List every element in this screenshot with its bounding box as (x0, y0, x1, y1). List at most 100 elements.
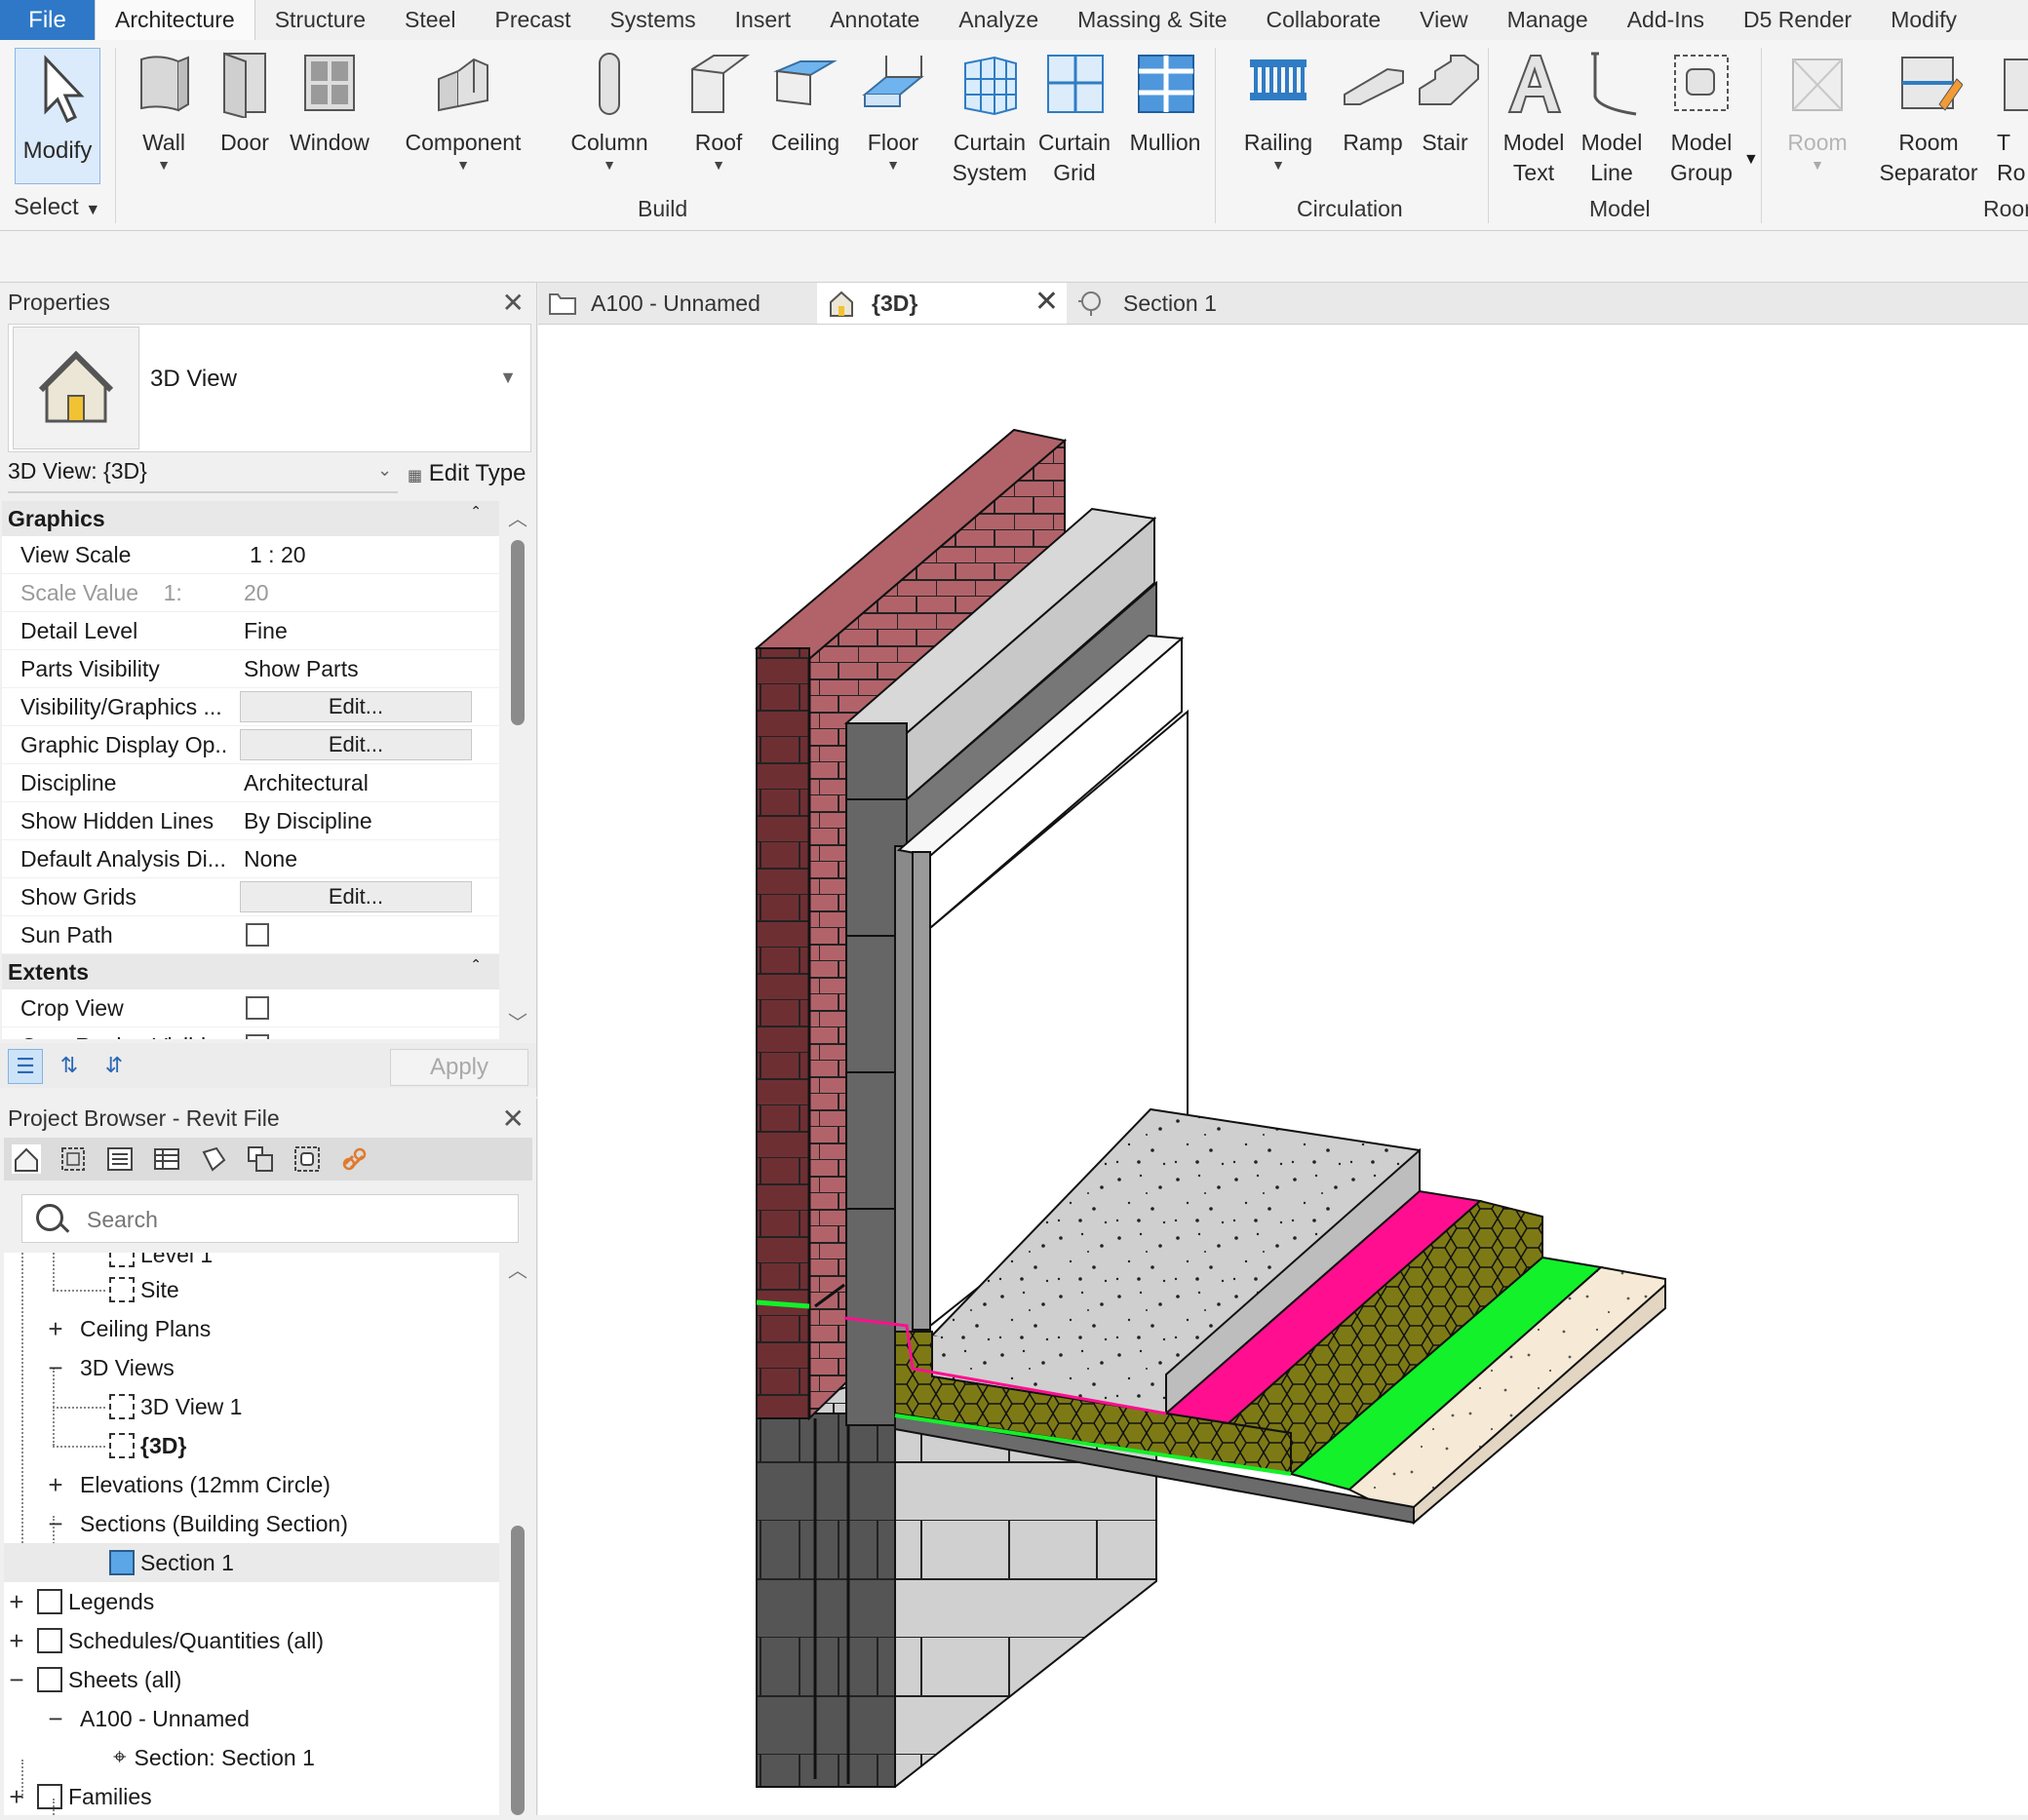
property-row[interactable]: View Scale 1 : 20 (2, 536, 499, 574)
expand-icon[interactable]: + (45, 1470, 66, 1500)
collapse-icon[interactable]: − (45, 1353, 66, 1383)
tab-precast[interactable]: Precast (475, 0, 590, 40)
categorize-icon[interactable]: ☰ (8, 1049, 43, 1084)
close-icon[interactable]: ✕ (1034, 285, 1059, 319)
sort-ascending-icon[interactable]: ⇅ (53, 1049, 86, 1082)
column-button[interactable]: Column ▼ (566, 50, 653, 172)
property-value[interactable]: None (228, 846, 499, 872)
collapse-icon[interactable]: ⌃ (470, 956, 482, 973)
scroll-up-icon[interactable]: ︿ (508, 503, 527, 531)
modify-button[interactable]: Modify (15, 48, 100, 184)
roof-button[interactable]: Roof ▼ (682, 50, 755, 172)
tree-item-3d-default[interactable]: {3D} (4, 1426, 499, 1465)
chevron-down-icon[interactable]: ▼ (499, 368, 517, 388)
legend-icon[interactable] (105, 1144, 135, 1174)
tree-item-schedules[interactable]: + Schedules/Quantities (all) (4, 1621, 499, 1660)
tab-a100[interactable]: A100 - Unnamed (548, 283, 801, 324)
tab-view[interactable]: View (1400, 0, 1487, 40)
door-button[interactable]: Door (211, 50, 279, 158)
tree-item-site[interactable]: Site (4, 1270, 499, 1309)
tree-item-3d-view-1[interactable]: 3D View 1 (4, 1387, 499, 1426)
apply-button[interactable]: Apply (390, 1049, 528, 1086)
scroll-up-icon[interactable]: ︿ (508, 1255, 527, 1283)
tree-item-legends[interactable]: + Legends (4, 1582, 499, 1621)
tab-annotate[interactable]: Annotate (810, 0, 939, 40)
collapse-icon[interactable]: − (45, 1509, 66, 1539)
expand-icon[interactable]: + (6, 1587, 27, 1617)
views-icon[interactable] (12, 1144, 41, 1174)
tree-item-sheets[interactable]: − Sheets (all) (4, 1660, 499, 1699)
railing-button[interactable]: Railing ▼ (1238, 50, 1318, 172)
sun-path-checkbox[interactable] (246, 923, 269, 947)
tree-item-elevations[interactable]: + Elevations (12mm Circle) (4, 1465, 499, 1504)
search-input[interactable] (85, 1206, 479, 1234)
floor-button[interactable]: Floor ▼ (858, 50, 928, 172)
curtain-grid-button[interactable]: Curtain Grid (1037, 50, 1112, 188)
property-row[interactable]: Detail Level Fine (2, 612, 499, 650)
expand-icon[interactable]: + (6, 1626, 27, 1656)
edit-button[interactable]: Edit... (240, 729, 472, 760)
collapse-icon[interactable]: − (6, 1665, 27, 1695)
stair-button[interactable]: Stair (1414, 50, 1479, 158)
tab-collaborate[interactable]: Collaborate (1247, 0, 1401, 40)
tab-add-ins[interactable]: Add-Ins (1608, 0, 1724, 40)
3d-view-canvas[interactable] (538, 325, 2028, 1815)
tree-item-section-1[interactable]: Section 1 (4, 1543, 499, 1582)
close-icon[interactable]: ✕ (502, 287, 525, 319)
tree-item-3d-views[interactable]: −3D Views (4, 1348, 499, 1387)
tree-item-ceiling-plans[interactable]: + Ceiling Plans (4, 1309, 499, 1348)
floor-plan-icon[interactable] (58, 1144, 88, 1174)
tab-massing-site[interactable]: Massing & Site (1058, 0, 1246, 40)
property-row[interactable]: Show Grids Edit... (2, 878, 499, 916)
crop-region-checkbox[interactable] (246, 1034, 269, 1039)
property-row[interactable]: Show Hidden Lines By Discipline (2, 802, 499, 840)
model-group-button[interactable]: Model Group (1658, 50, 1745, 188)
collapse-icon[interactable]: − (45, 1704, 66, 1734)
window-button[interactable]: Window (285, 50, 374, 158)
edit-type-button[interactable]: ▦ Edit Type (408, 460, 526, 487)
property-value[interactable]: Show Parts (228, 656, 499, 682)
ramp-button[interactable]: Ramp (1338, 50, 1408, 158)
schedule-icon[interactable] (152, 1144, 181, 1174)
tab-manage[interactable]: Manage (1488, 0, 1608, 40)
tab-structure[interactable]: Structure (255, 0, 385, 40)
scroll-down-icon[interactable]: ﹀ (508, 1007, 527, 1035)
model-line-button[interactable]: Model Line (1576, 50, 1648, 188)
dropdown-arrow-icon[interactable]: ▼ (1743, 151, 1759, 169)
mullion-button[interactable]: Mullion (1121, 50, 1209, 158)
curtain-system-button[interactable]: Curtain System (944, 50, 1035, 188)
edit-button[interactable]: Edit... (240, 881, 472, 912)
model-text-button[interactable]: Model Text (1498, 50, 1570, 188)
tab-3d[interactable]: {3D} ✕ (817, 283, 1067, 324)
tree-item-section-ref[interactable]: ⌖ Section: Section 1 (4, 1738, 499, 1777)
group-graphics[interactable]: Graphics ⌃ (2, 501, 499, 536)
crop-view-checkbox[interactable] (246, 996, 269, 1020)
collapse-icon[interactable]: ⌃ (470, 503, 482, 520)
scroll-thumb[interactable] (511, 540, 525, 725)
tree-item-sections[interactable]: − Sections (Building Section) (4, 1504, 499, 1543)
wall-button[interactable]: Wall ▼ (127, 50, 201, 172)
instance-selector[interactable]: 3D View: {3D} (8, 458, 398, 493)
room-separator-button[interactable]: Room Separator (1872, 50, 1985, 188)
room-button[interactable]: Room ▼ (1780, 50, 1854, 172)
edit-button[interactable]: Edit... (240, 691, 472, 722)
tab-insert[interactable]: Insert (716, 0, 811, 40)
type-selector[interactable]: 3D View ▼ (8, 324, 531, 452)
sheet-icon[interactable] (199, 1144, 228, 1174)
tab-steel[interactable]: Steel (385, 0, 475, 40)
property-row[interactable]: Discipline Architectural (2, 764, 499, 802)
search-box[interactable] (21, 1194, 519, 1243)
tab-modify[interactable]: Modify (1871, 0, 1976, 40)
chevron-down-icon[interactable]: ⌄ (377, 460, 392, 481)
property-value[interactable]: Architectural (228, 770, 499, 796)
link-icon[interactable] (339, 1144, 369, 1174)
browser-scrollbar[interactable]: ︿ (503, 1253, 532, 1815)
scroll-thumb[interactable] (511, 1526, 525, 1815)
property-row[interactable]: Default Analysis Di... None (2, 840, 499, 878)
file-menu[interactable]: File (0, 0, 95, 40)
property-row[interactable]: Parts Visibility Show Parts (2, 650, 499, 688)
property-value[interactable]: Fine (228, 618, 499, 644)
expand-icon[interactable]: + (45, 1314, 66, 1344)
properties-scrollbar[interactable]: ︿ ﹀ (503, 501, 532, 1039)
property-row[interactable]: Sun Path (2, 916, 499, 954)
